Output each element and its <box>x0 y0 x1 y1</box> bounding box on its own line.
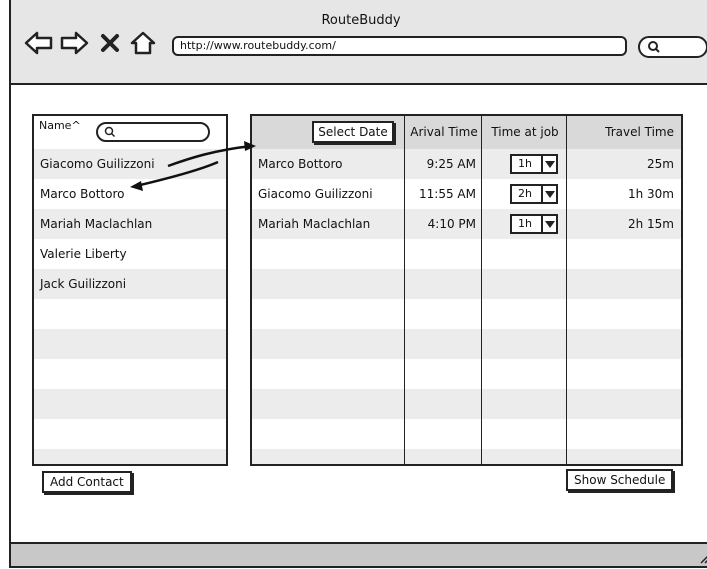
search-icon <box>648 41 660 53</box>
status-bar <box>11 542 707 566</box>
browser-toolbar: RouteBuddy http://www.routebuddy.com/ <box>11 0 707 85</box>
contact-name: Valerie Liberty <box>40 247 127 261</box>
table-row[interactable]: Giacomo Guilizzoni 11:55 AM 2h 1h 30m <box>252 179 681 209</box>
schedule-rows: Marco Bottoro 9:25 AM 1h 25m Giacomo Gui… <box>252 149 681 464</box>
column-divider <box>481 116 482 464</box>
contact-name: Mariah Maclachlan <box>40 217 153 231</box>
contacts-header: Name^ <box>34 116 226 149</box>
schedule-name: Mariah Maclachlan <box>258 217 371 231</box>
column-divider <box>566 116 567 464</box>
arrival-time: 9:25 AM <box>426 157 476 171</box>
list-item <box>34 329 226 359</box>
time-at-job-value: 1h <box>518 157 532 170</box>
list-item <box>34 359 226 389</box>
forward-arrow-icon[interactable] <box>59 30 89 56</box>
list-item[interactable]: Mariah Maclachlan <box>34 209 226 239</box>
contacts-list: Giacomo Guilizzoni Marco Bottoro Mariah … <box>34 149 226 464</box>
resize-grip-icon[interactable] <box>697 550 707 564</box>
dropdown-divider <box>541 216 543 232</box>
time-at-job-select[interactable]: 1h <box>510 214 558 234</box>
schedule-table: Select Date Arival Time Time at job Trav… <box>250 114 683 466</box>
time-at-job-value: 1h <box>518 217 532 230</box>
contacts-search-input[interactable] <box>96 122 210 142</box>
list-item <box>34 389 226 419</box>
travel-time: 2h 15m <box>627 217 674 231</box>
table-row <box>252 389 681 419</box>
url-bar[interactable]: http://www.routebuddy.com/ <box>172 36 627 56</box>
table-row[interactable]: Mariah Maclachlan 4:10 PM 1h 2h 15m <box>252 209 681 239</box>
table-header: Select Date Arival Time Time at job Trav… <box>252 116 681 149</box>
arrival-time: 11:55 AM <box>419 187 476 201</box>
time-at-job-select[interactable]: 2h <box>510 184 558 204</box>
table-row[interactable]: Marco Bottoro 9:25 AM 1h 25m <box>252 149 681 179</box>
home-icon[interactable] <box>129 30 157 56</box>
contact-name: Jack Guilizzoni <box>40 277 127 291</box>
table-row <box>252 239 681 269</box>
search-icon <box>104 126 116 138</box>
contacts-panel: Name^ Giacomo Guilizzoni Marco Bottoro M… <box>32 114 228 466</box>
dropdown-divider <box>541 156 543 172</box>
schedule-name: Giacomo Guilizzoni <box>258 187 373 201</box>
list-item[interactable]: Jack Guilizzoni <box>34 269 226 299</box>
dropdown-arrow-icon <box>545 191 555 198</box>
dropdown-divider <box>541 186 543 202</box>
table-row <box>252 359 681 389</box>
travel-time: 25m <box>647 157 674 171</box>
table-row <box>252 329 681 359</box>
add-contact-button[interactable]: Add Contact <box>42 471 132 493</box>
travel-time: 1h 30m <box>627 187 674 201</box>
name-column-header[interactable]: Name^ <box>39 119 81 132</box>
arrival-time: 4:10 PM <box>427 217 476 231</box>
time-at-job-header: Time at job <box>491 125 559 139</box>
contact-name: Giacomo Guilizzoni <box>40 157 155 171</box>
table-row <box>252 449 681 464</box>
table-row <box>252 299 681 329</box>
dropdown-arrow-icon <box>545 161 555 168</box>
list-item[interactable]: Giacomo Guilizzoni <box>34 149 226 179</box>
arrival-time-header: Arival Time <box>410 125 478 139</box>
list-item <box>34 299 226 329</box>
time-at-job-value: 2h <box>518 187 532 200</box>
dropdown-arrow-icon <box>545 221 555 228</box>
browser-search-input[interactable] <box>638 36 707 58</box>
column-divider <box>404 116 405 464</box>
list-item <box>34 449 226 464</box>
travel-time-header: Travel Time <box>605 125 674 139</box>
select-date-button[interactable]: Select Date <box>312 121 394 143</box>
close-icon[interactable] <box>99 30 121 56</box>
list-item[interactable]: Marco Bottoro <box>34 179 226 209</box>
show-schedule-button[interactable]: Show Schedule <box>566 469 674 491</box>
table-row <box>252 419 681 449</box>
window-title: RouteBuddy <box>321 13 401 28</box>
list-item[interactable]: Valerie Liberty <box>34 239 226 269</box>
contact-name: Marco Bottoro <box>40 187 125 201</box>
table-row <box>252 269 681 299</box>
list-item <box>34 419 226 449</box>
back-arrow-icon[interactable] <box>24 30 54 56</box>
time-at-job-select[interactable]: 1h <box>510 154 558 174</box>
schedule-name: Marco Bottoro <box>258 157 343 171</box>
